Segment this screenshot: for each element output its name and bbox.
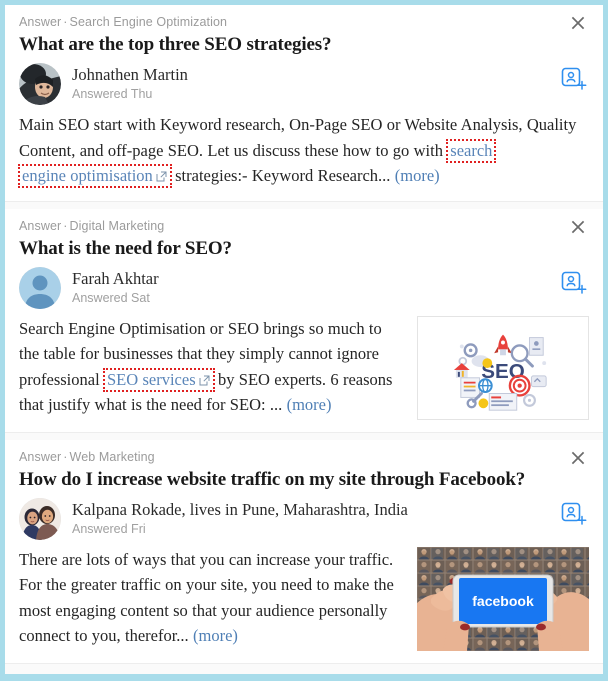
answered-time: Answered Sat: [72, 290, 150, 305]
breadcrumb-topic[interactable]: Search Engine Optimization: [70, 15, 228, 29]
highlight-box-search: search: [446, 138, 497, 163]
answer-card: Answer · Web Marketing How do I increase w…: [5, 439, 603, 664]
card-header: Answer · Search Engine Optimization: [19, 14, 589, 32]
author-row: Farah Akhtar Answered Sat: [19, 266, 589, 309]
author-name[interactable]: Farah Akhtar: [72, 269, 159, 289]
answered-time: Answered Fri: [72, 521, 146, 536]
more-link[interactable]: (more): [395, 166, 440, 185]
close-icon[interactable]: [569, 218, 587, 236]
breadcrumb-type: Answer: [19, 15, 62, 29]
screenshot-frame: Answer · Search Engine Optimization What a…: [0, 0, 608, 681]
question-title[interactable]: What are the top three SEO strategies?: [19, 33, 589, 57]
breadcrumb-topic[interactable]: Web Marketing: [70, 450, 155, 464]
author-meta: Farah Akhtar Answered Sat: [72, 269, 159, 307]
breadcrumb: Answer · Web Marketing: [19, 449, 155, 465]
author-name[interactable]: Johnathen Martin: [72, 65, 188, 85]
card-header: Answer · Digital Marketing: [19, 218, 589, 236]
answer-body: Main SEO start with Keyword research, On…: [18, 112, 589, 189]
author-row: Johnathen Martin Answered Thu: [19, 63, 589, 105]
answer-text: Main SEO start with Keyword research, On…: [18, 112, 589, 189]
answer-card: Answer · Search Engine Optimization What a…: [5, 5, 603, 202]
breadcrumb: Answer · Digital Marketing: [19, 218, 164, 234]
add-person-icon[interactable]: [561, 67, 587, 93]
author-name[interactable]: Kalpana Rokade, lives in Pune, Maharasht…: [72, 500, 408, 520]
answer-text-tail: strategies:- Keyword Research...: [170, 166, 395, 185]
answer-body: Search Engine Optimisation or SEO brings…: [19, 315, 589, 420]
highlight-box-seo-services: SEO services: [102, 367, 215, 392]
breadcrumb-type: Answer: [19, 218, 62, 233]
breadcrumb-topic[interactable]: Digital Marketing: [70, 219, 165, 233]
more-link[interactable]: (more): [287, 395, 332, 414]
answered-time: Answered Thu: [72, 87, 153, 101]
answer-text: Search Engine Optimisation or SEO brings…: [19, 316, 403, 418]
more-link[interactable]: (more): [193, 626, 238, 645]
answer-body: There are lots of ways that you can incr…: [19, 546, 589, 651]
svg-text:facebook: facebook: [472, 593, 534, 609]
breadcrumb: Answer · Search Engine Optimization: [19, 14, 227, 30]
avatar[interactable]: [19, 497, 61, 540]
external-link-icon: [156, 171, 167, 182]
answer-thumbnail-seo[interactable]: SEO: [417, 315, 589, 420]
breadcrumb-type: Answer: [19, 449, 62, 464]
author-row: Kalpana Rokade, lives in Pune, Maharasht…: [19, 497, 589, 540]
breadcrumb-separator: ·: [63, 218, 68, 233]
answer-feed: Answer · Search Engine Optimization What a…: [5, 5, 603, 674]
external-link-icon: [199, 375, 210, 386]
question-title[interactable]: How do I increase website traffic on my …: [19, 468, 589, 492]
add-person-icon[interactable]: [561, 271, 587, 297]
inline-link-search[interactable]: search: [450, 141, 492, 160]
breadcrumb-separator: ·: [63, 449, 68, 464]
breadcrumb-separator: ·: [63, 15, 68, 29]
highlight-box-engine-optimisation: engine optimisation: [18, 164, 172, 188]
add-person-icon[interactable]: [561, 502, 587, 528]
inline-link-engine-optimisation[interactable]: engine optimisation: [22, 166, 153, 185]
avatar[interactable]: [19, 266, 61, 309]
answer-card: Answer · Digital Marketing What is the nee…: [5, 208, 603, 433]
card-header: Answer · Web Marketing: [19, 449, 589, 467]
question-title[interactable]: What is the need for SEO?: [19, 237, 589, 261]
answer-text: There are lots of ways that you can incr…: [19, 547, 403, 649]
inline-link-seo-services[interactable]: SEO services: [107, 370, 196, 389]
close-icon[interactable]: [569, 14, 587, 32]
answer-thumbnail-facebook[interactable]: facebook: [417, 546, 589, 651]
author-meta: Kalpana Rokade, lives in Pune, Maharasht…: [72, 500, 408, 538]
avatar[interactable]: [19, 63, 61, 105]
close-icon[interactable]: [569, 449, 587, 467]
author-meta: Johnathen Martin Answered Thu: [72, 65, 188, 103]
